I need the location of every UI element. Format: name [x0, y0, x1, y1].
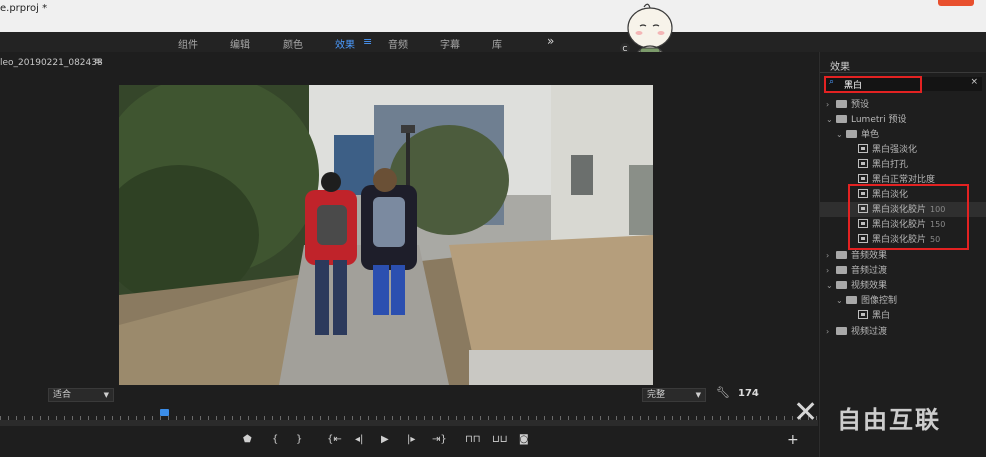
quality-select-value: 完整 — [647, 390, 666, 400]
tree-folder-video-transitions[interactable]: › 视频过渡 — [826, 324, 887, 339]
folder-icon — [836, 281, 847, 289]
video-frame-image — [119, 85, 653, 385]
presets-highlight-box — [848, 184, 969, 250]
clear-search-icon[interactable]: × — [970, 77, 978, 87]
program-monitor-panel: leo_20190221_082438 ≡ 适合 ▼ 完整 ▼ 🔧︎ 174 ⬟… — [0, 52, 818, 457]
playback-quality-select[interactable]: 完整 ▼ — [642, 388, 706, 402]
time-ruler[interactable] — [0, 410, 818, 420]
wrench-icon[interactable]: 🔧︎ — [716, 386, 730, 399]
chevron-right-icon: › — [826, 251, 830, 260]
mark-out-icon[interactable]: } — [296, 434, 302, 445]
tree-item-preset[interactable]: 黑白强淡化 — [858, 142, 917, 157]
chevron-down-icon: ⌄ — [826, 281, 833, 290]
add-marker-icon[interactable]: ⬟ — [243, 434, 252, 445]
workspace-tab-captions[interactable]: 字幕 — [440, 36, 460, 51]
step-back-icon[interactable]: ◂| — [355, 434, 363, 445]
chevron-down-icon: ⌄ — [836, 296, 843, 305]
navigator-track[interactable] — [0, 420, 818, 426]
lift-icon[interactable]: ⊓⊓ — [465, 434, 481, 445]
tree-folder-audio-transitions[interactable]: › 音频过渡 — [826, 263, 887, 278]
folder-icon — [846, 296, 857, 304]
workspace-tab-effects[interactable]: 效果 — [335, 36, 355, 51]
sequence-name: leo_20190221_082438 — [0, 58, 103, 68]
chevron-down-icon: ⌄ — [836, 130, 843, 139]
workspace-tab-editing[interactable]: 编辑 — [230, 36, 250, 51]
chevron-down-icon: ⌄ — [826, 115, 833, 124]
preset-icon — [858, 159, 868, 168]
close-window-button[interactable] — [938, 0, 974, 6]
chevron-right-icon: › — [826, 266, 830, 275]
watermark-x-icon: ✕ — [793, 395, 819, 430]
tree-folder-lumetri-presets[interactable]: ⌄ Lumetri 预设 — [826, 112, 906, 127]
tree-folder-image-control[interactable]: ⌄ 图像控制 — [836, 293, 897, 308]
tree-item-preset[interactable]: 黑白打孔 — [858, 157, 908, 172]
window-title: e.prproj * — [0, 3, 48, 14]
effects-panel-title: 效果 — [830, 62, 850, 73]
fit-select[interactable]: 适合 ▼ — [48, 388, 114, 402]
playhead-handle[interactable] — [160, 409, 169, 416]
camera-icon[interactable]: ◙ — [519, 434, 529, 445]
tree-folder-monochrome[interactable]: ⌄ 单色 — [836, 127, 879, 142]
workspace-tab-color[interactable]: 颜色 — [283, 36, 303, 51]
tree-folder-video-effects[interactable]: ⌄ 视频效果 — [826, 278, 887, 293]
title-bar: e.prproj * — [0, 0, 986, 32]
tree-item-effect[interactable]: 黑白 — [858, 308, 890, 323]
transport-controls: ⬟ { } {⇤ ◂| ▶ |▸ ⇥} ⊓⊓ ⊔⊔ ◙ + — [0, 432, 818, 452]
folder-icon — [836, 100, 847, 108]
premiere-window: e.prproj * 组件 编辑 颜色 效果 ≡ 音频 字幕 库 » C leo… — [0, 0, 986, 457]
folder-icon — [836, 251, 847, 259]
sequence-menu-icon[interactable]: ≡ — [94, 56, 102, 67]
workspace-tab-audio[interactable]: 音频 — [388, 36, 408, 51]
tree-folder-audio-effects[interactable]: › 音频效果 — [826, 248, 887, 263]
extract-icon[interactable]: ⊔⊔ — [492, 434, 508, 445]
mark-in-icon[interactable]: { — [272, 434, 278, 445]
tree-folder-presets[interactable]: › 预设 — [826, 97, 869, 112]
fit-select-value: 适合 — [53, 390, 72, 400]
step-forward-icon[interactable]: |▸ — [407, 434, 415, 445]
watermark-text: 自由互联 — [837, 406, 941, 434]
effect-icon — [858, 310, 868, 319]
workspace-tab-libraries[interactable]: 库 — [492, 36, 502, 51]
folder-icon — [846, 130, 857, 138]
workspace-bar: 组件 编辑 颜色 效果 ≡ 音频 字幕 库 » — [0, 32, 986, 52]
chevron-right-icon: › — [826, 100, 830, 109]
folder-icon — [836, 115, 847, 123]
go-to-in-icon[interactable]: {⇤ — [327, 434, 342, 445]
chevron-down-icon: ▼ — [103, 391, 109, 399]
preset-icon — [858, 144, 868, 153]
folder-icon — [836, 266, 847, 274]
play-icon[interactable]: ▶ — [381, 434, 389, 445]
frame-counter: 174 — [738, 388, 759, 399]
chevron-right-icon: › — [826, 327, 830, 336]
folder-icon — [836, 327, 847, 335]
chevron-down-icon: ▼ — [695, 391, 701, 399]
go-to-out-icon[interactable]: ⇥} — [432, 434, 447, 445]
watermark-logo: ✕ 自由互联 — [793, 395, 983, 435]
search-highlight-box — [824, 76, 922, 93]
panel-divider — [820, 72, 986, 73]
workspace-tab-assembly[interactable]: 组件 — [178, 36, 198, 51]
more-workspaces-button[interactable]: » — [547, 34, 554, 48]
preset-icon — [858, 174, 868, 183]
workspace-menu-icon[interactable]: ≡ — [363, 35, 372, 48]
